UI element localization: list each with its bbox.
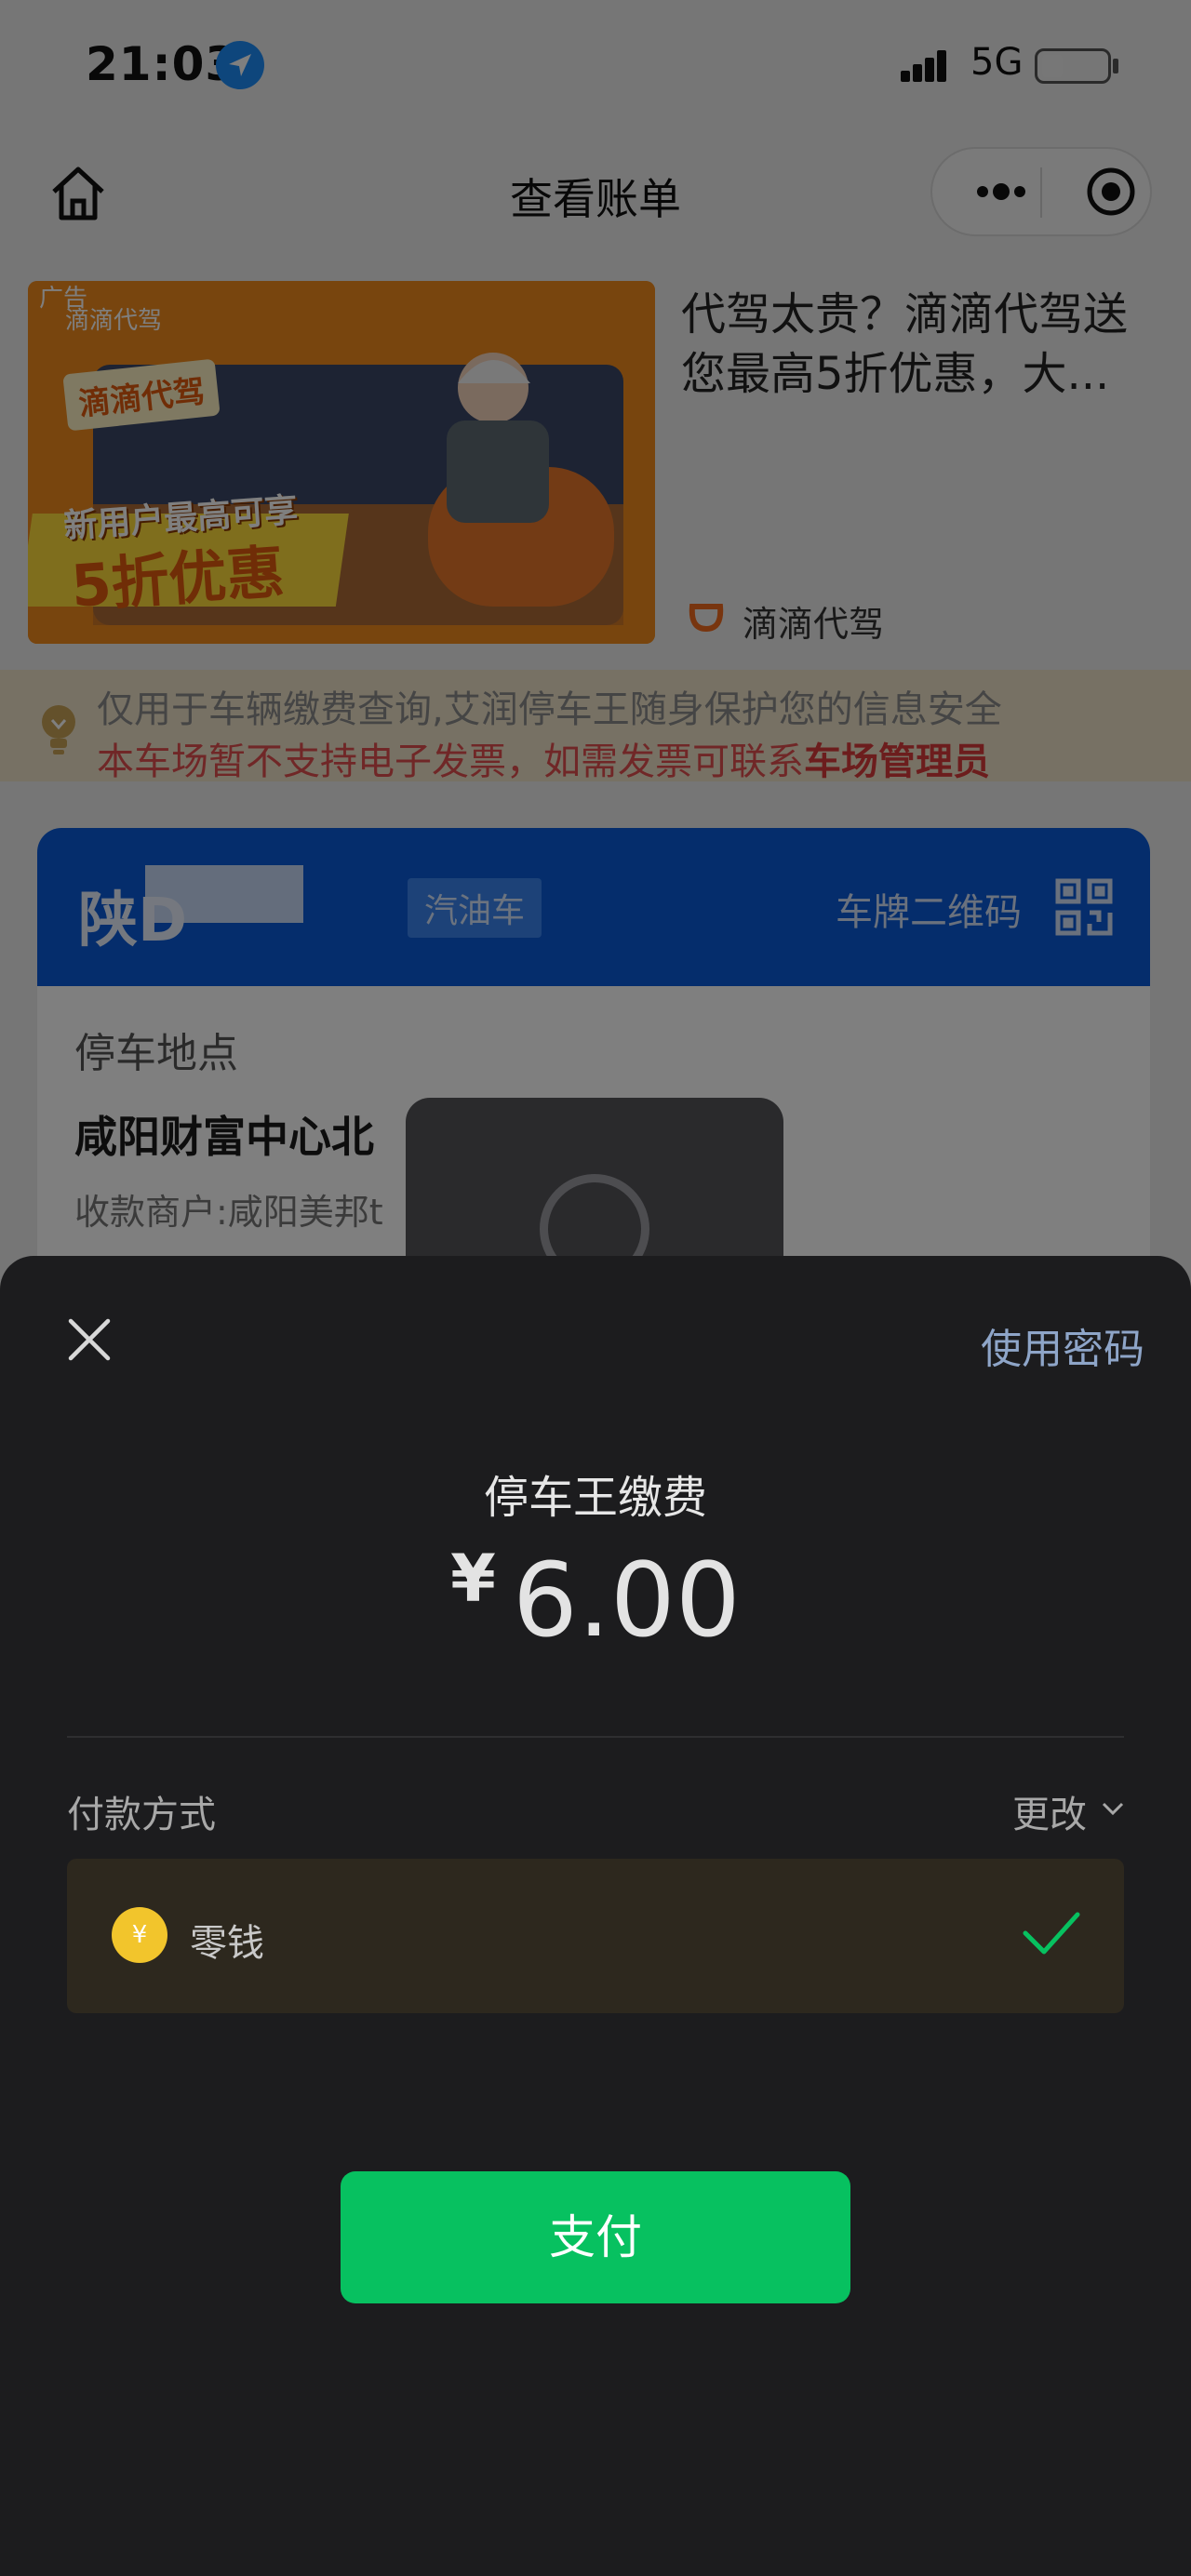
use-password-button[interactable]: 使用密码: [981, 1315, 1144, 1375]
payee-name: 停车王缴费: [483, 1472, 707, 1524]
close-icon[interactable]: [65, 1315, 114, 1364]
pay-button[interactable]: 支付: [341, 2171, 850, 2303]
amount-value: 6.00: [512, 1541, 741, 1660]
checkmark-icon: [1022, 1909, 1081, 1957]
change-method-button[interactable]: 更改: [1012, 1784, 1087, 1838]
payment-method-name: 零钱: [190, 1922, 264, 1965]
divider: [67, 1736, 1124, 1738]
wallet-coin-icon: ¥: [112, 1907, 167, 1963]
currency-symbol: ¥: [450, 1541, 496, 1617]
chevron-down-icon[interactable]: [1100, 1795, 1126, 1822]
payment-amount: ¥6.00: [335, 1541, 856, 1660]
payment-method-label: 付款方式: [67, 1794, 216, 1836]
